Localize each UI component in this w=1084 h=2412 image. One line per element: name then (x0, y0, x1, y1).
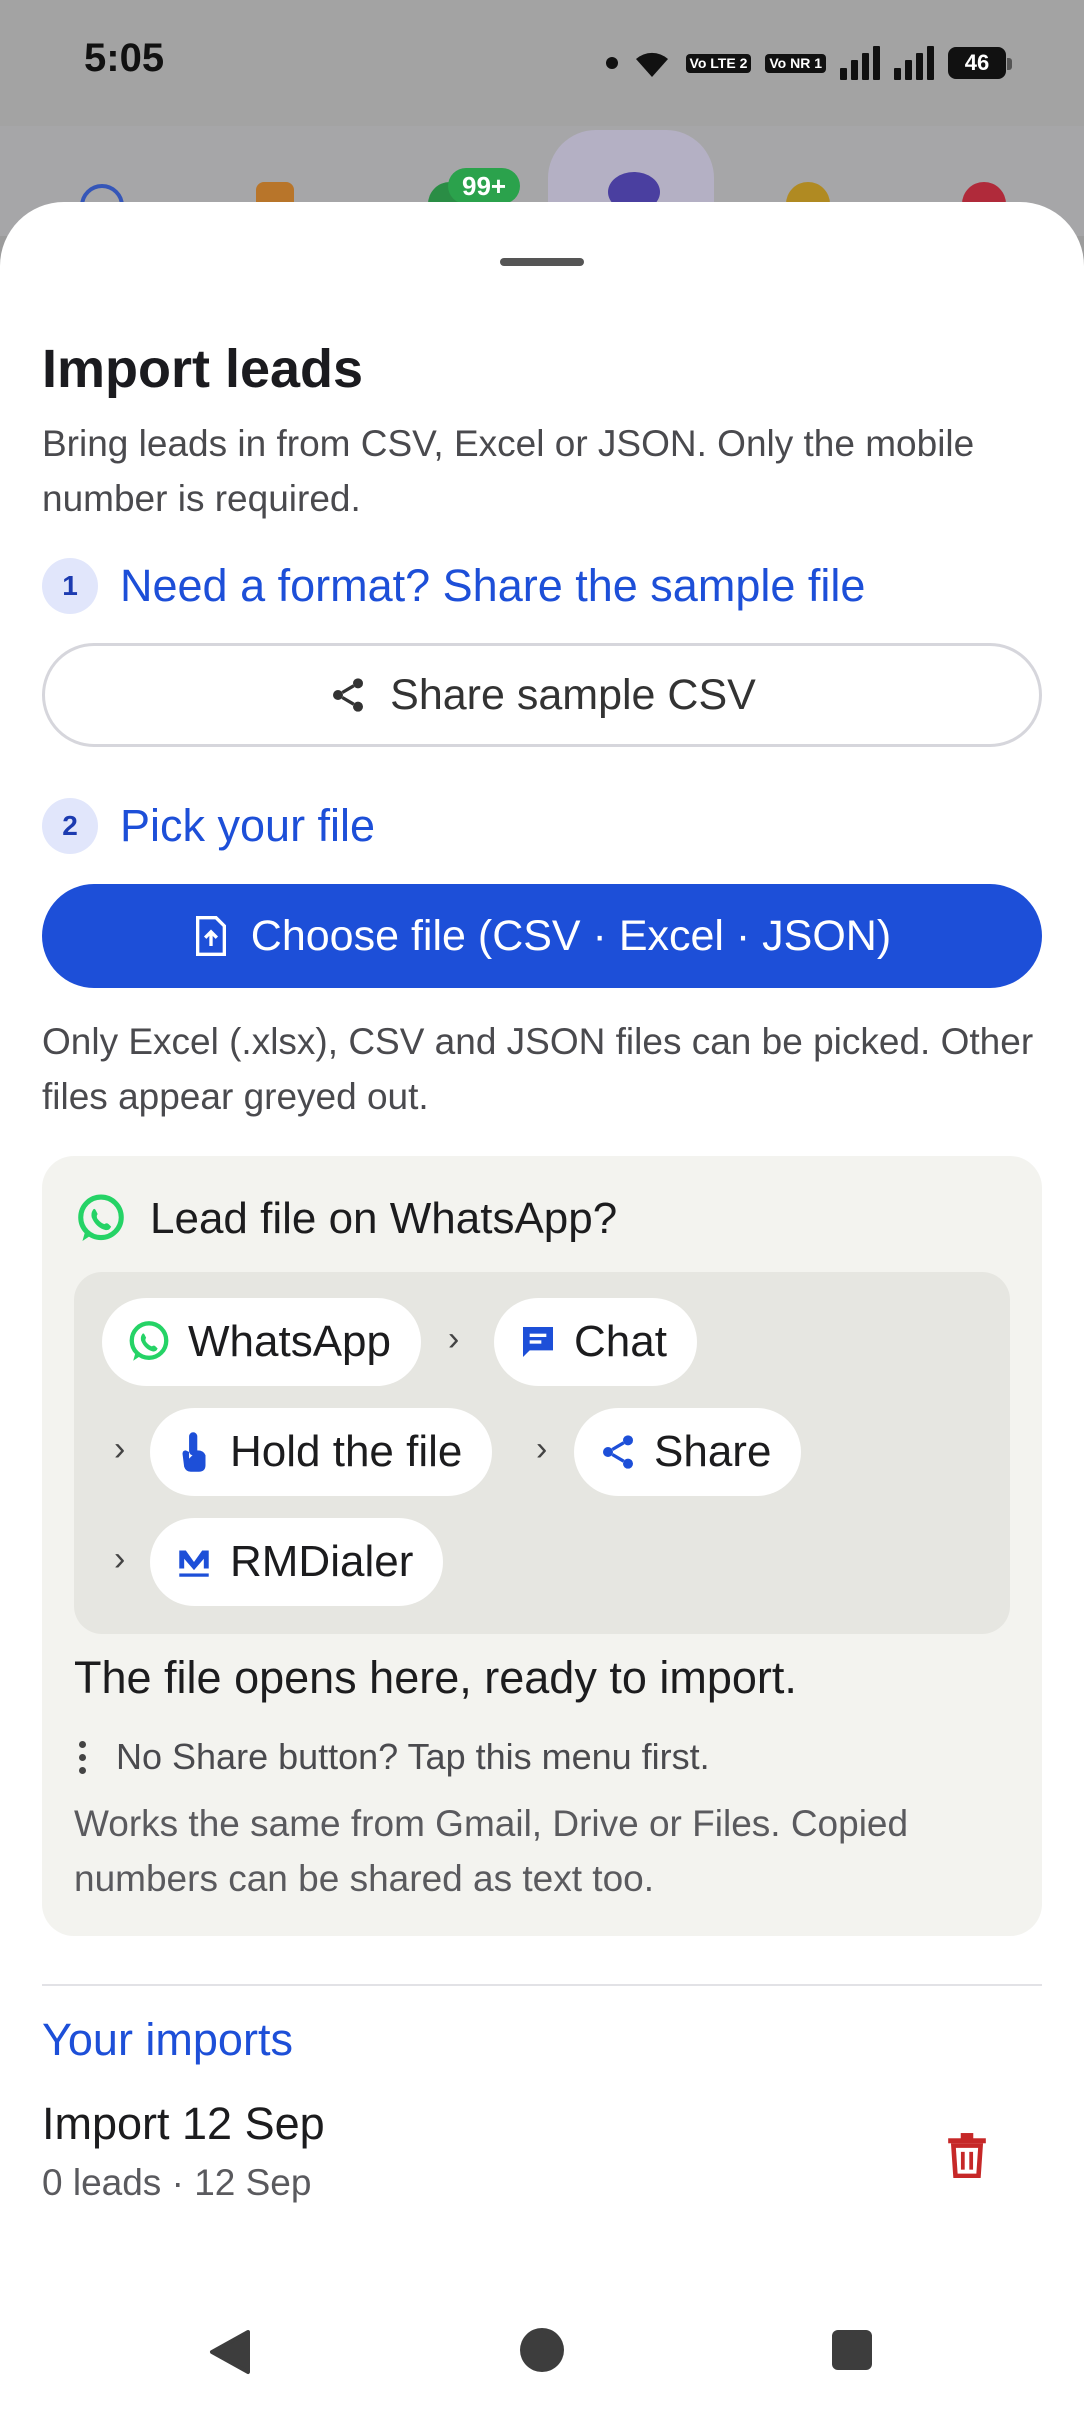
status-icons: Vo LTE 2 Vo NR 1 46 (605, 40, 1012, 86)
touch-hold-icon (182, 1432, 206, 1472)
recents-icon[interactable] (832, 2330, 872, 2370)
whatsapp-icon (129, 1321, 169, 1361)
step-2-label: Pick your file (120, 800, 376, 851)
chevron-right-icon: › (114, 1540, 126, 1578)
flow-step-label: Share (654, 1427, 772, 1476)
section-divider (42, 1984, 1042, 1986)
flow-step-hold-file: Hold the file (150, 1408, 493, 1496)
battery-icon: 46 (948, 47, 1012, 79)
share-sample-csv-button[interactable]: Share sample CSV (42, 643, 1042, 747)
notification-dot-icon (605, 57, 618, 69)
step-1: 1 Need a format? Share the sample file (42, 558, 865, 614)
whatsapp-help-card: Lead file on WhatsApp? WhatsApp › Chat ›… (42, 1156, 1042, 1936)
whatsapp-steps-flow: WhatsApp › Chat › Hold the file › Share … (74, 1272, 1010, 1634)
import-item-meta: 0 leads · 12 Sep (42, 2162, 312, 2203)
whatsapp-result-text: The file opens here, ready to import. (74, 1652, 797, 1703)
sim1-badge: Vo LTE 2 (685, 53, 752, 73)
flow-step-whatsapp: WhatsApp (102, 1298, 421, 1386)
flow-step-label: Hold the file (230, 1427, 463, 1476)
whatsapp-card-heading: Lead file on WhatsApp? (74, 1192, 617, 1246)
missed-calls-badge: 99+ (448, 168, 521, 204)
whatsapp-menu-hint-text: No Share button? Tap this menu first. (116, 1736, 710, 1777)
file-type-note: Only Excel (.xlsx), CSV and JSON files c… (42, 1021, 1034, 1117)
signal-1-icon (840, 46, 880, 80)
flow-step-rmdialer: RMDialer (150, 1518, 444, 1606)
chevron-right-icon: › (536, 1430, 548, 1468)
delete-import-icon[interactable] (946, 2132, 988, 2178)
whatsapp-icon (78, 1194, 124, 1241)
flow-step-share: Share (574, 1408, 802, 1496)
sheet-drag-handle[interactable] (500, 258, 584, 266)
share-icon (603, 1435, 633, 1469)
whatsapp-card-title: Lead file on WhatsApp? (150, 1194, 618, 1243)
flow-step-chat: Chat (494, 1298, 697, 1386)
wifi-icon (635, 52, 668, 77)
import-item-name[interactable]: Import 12 Sep (42, 2098, 325, 2150)
status-bar: 5:05 Vo LTE 2 Vo NR 1 46 (0, 0, 1084, 126)
flow-step-label: WhatsApp (188, 1317, 391, 1366)
import-leads-sheet: Import leads Bring leads in from CSV, Ex… (0, 202, 1084, 2412)
battery-level: 46 (964, 50, 990, 75)
signal-2-icon (894, 46, 934, 80)
rmdialer-logo-icon (179, 1550, 209, 1577)
status-time: 5:05 (84, 36, 165, 80)
step-1-number: 1 (42, 558, 98, 614)
step-1-label: Need a format? Share the sample file (120, 560, 866, 611)
choose-file-button[interactable]: Choose file (CSV · Excel · JSON) (42, 884, 1042, 988)
whatsapp-menu-hint: No Share button? Tap this menu first. (74, 1736, 710, 1778)
sheet-title: Import leads (42, 339, 364, 399)
share-icon (333, 678, 364, 712)
chat-icon (523, 1327, 553, 1357)
step-2: 2 Pick your file (42, 798, 375, 854)
home-icon[interactable] (520, 2328, 564, 2372)
choose-file-label: Choose file (CSV · Excel · JSON) (250, 911, 892, 960)
sheet-subtitle: Bring leads in from CSV, Excel or JSON. … (42, 423, 975, 519)
step-2-number: 2 (42, 798, 98, 854)
sim2-badge: Vo NR 1 (765, 53, 826, 73)
your-imports-title: Your imports (42, 2014, 293, 2065)
file-upload-icon (195, 916, 226, 956)
system-nav-bar (0, 2290, 1084, 2412)
chevron-right-icon: › (448, 1320, 460, 1358)
chevron-right-icon: › (114, 1430, 126, 1468)
back-icon[interactable] (208, 2328, 252, 2376)
whatsapp-card-footer: Works the same from Gmail, Drive or File… (74, 1803, 909, 1899)
flow-step-label: RMDialer (230, 1537, 414, 1586)
more-vert-icon (74, 1740, 90, 1774)
share-sample-csv-label: Share sample CSV (390, 670, 756, 719)
flow-step-label: Chat (574, 1317, 667, 1366)
